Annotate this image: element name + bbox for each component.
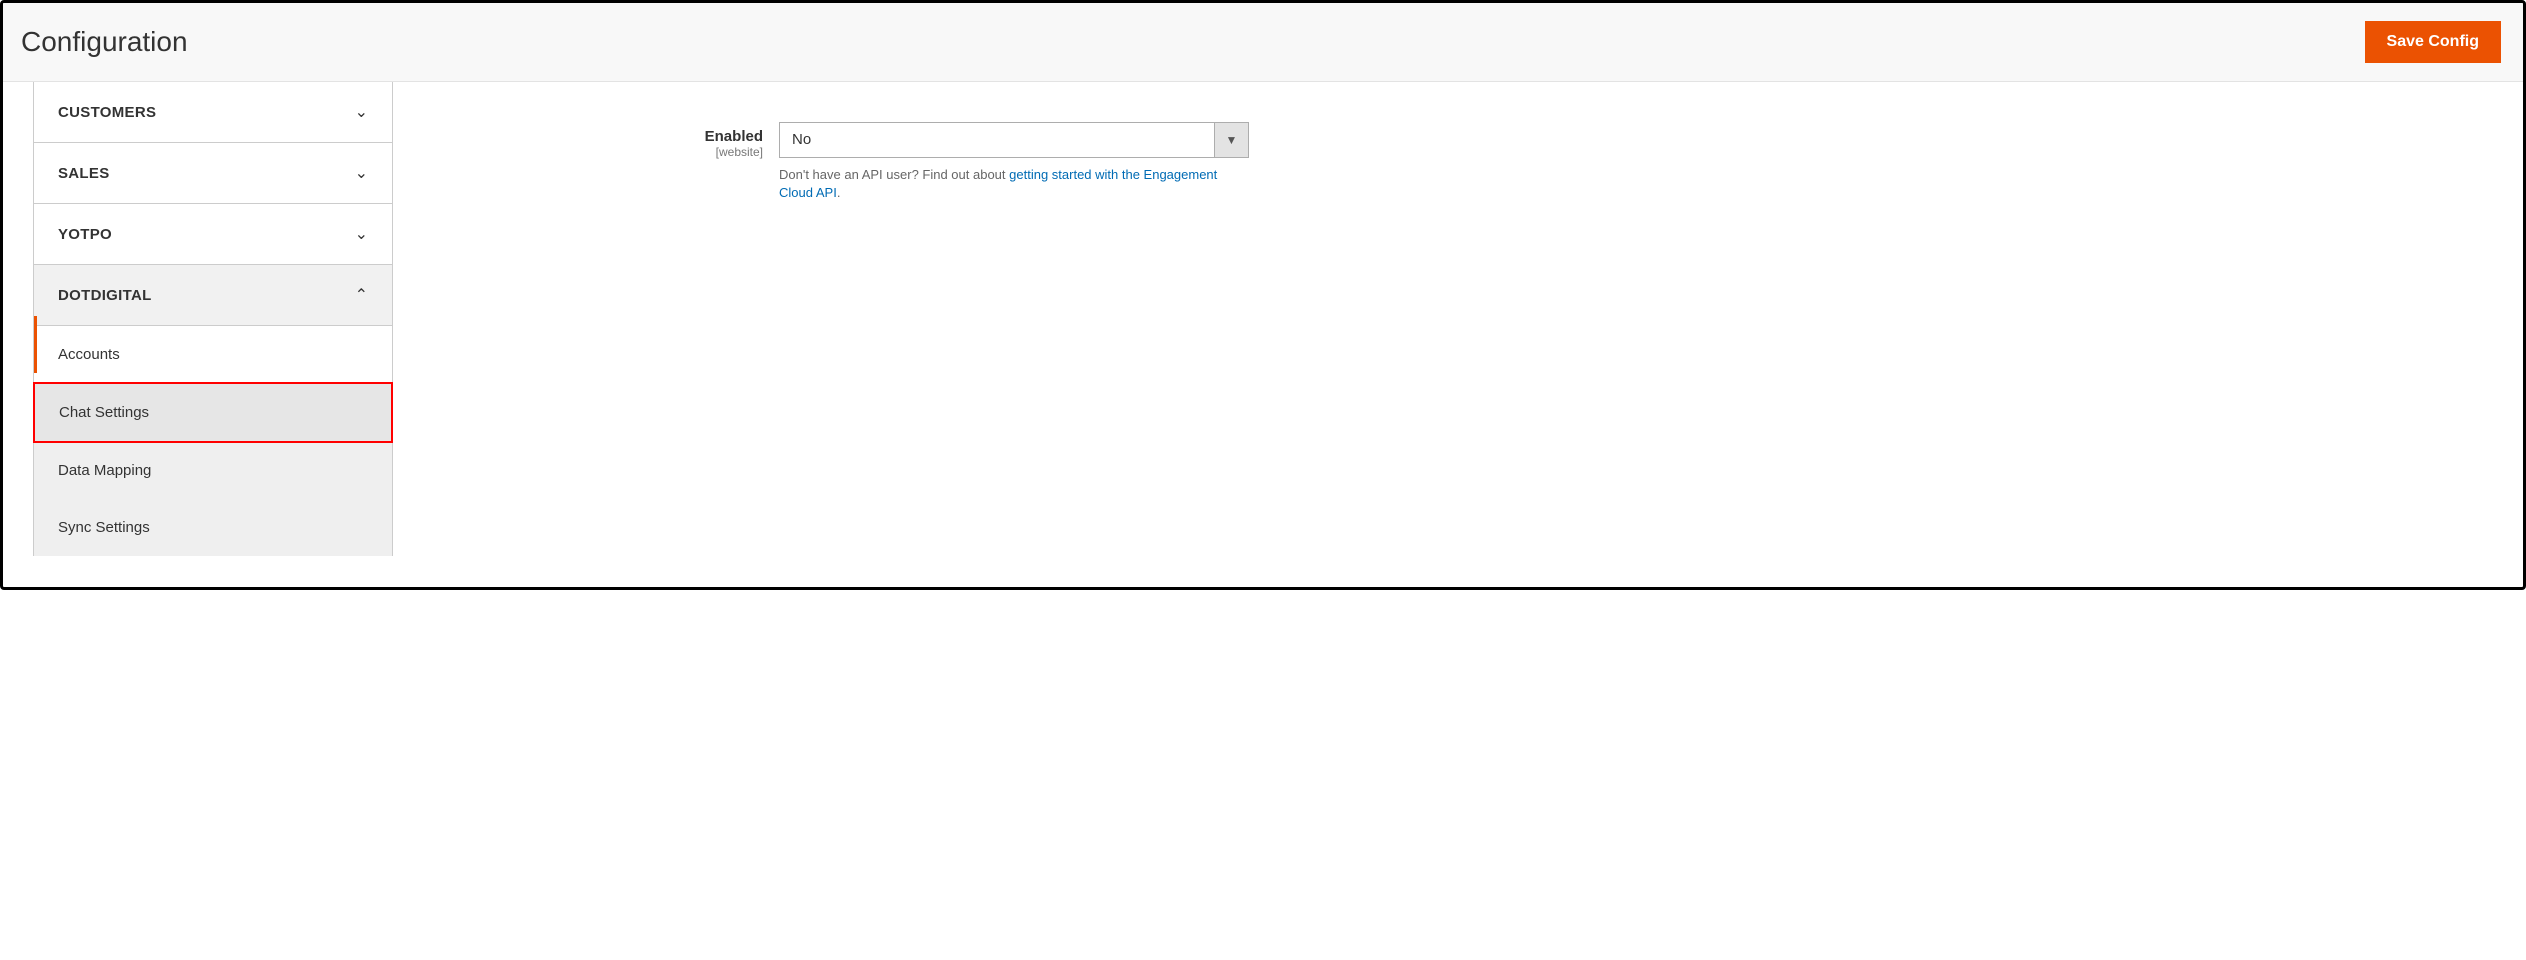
subtab-label: Chat Settings [59,404,149,421]
subtab-chat-settings[interactable]: Chat Settings [33,382,393,443]
sidebar-tab-label: SALES [58,165,110,182]
sidebar-tab-sales[interactable]: SALES ⌄ [33,143,393,204]
page-header: Configuration Save Config [3,3,2523,82]
chevron-up-icon: ⌃ [355,285,368,305]
subtab-sync-settings[interactable]: Sync Settings [34,499,392,556]
field-label-wrap: Enabled [website] [693,122,763,159]
sidebar-tab-label: DOTDIGITAL [58,287,152,304]
field-control: No ▼ Don't have an API user? Find out ab… [779,122,1249,202]
enabled-select-value: No [780,123,1214,157]
sidebar-tab-yotpo[interactable]: YOTPO ⌄ [33,204,393,265]
chevron-down-icon: ⌄ [355,224,368,244]
enabled-field-scope: [website] [693,145,763,159]
sidebar-tab-customers[interactable]: CUSTOMERS ⌄ [33,82,393,143]
enabled-help-text: Don't have an API user? Find out about g… [779,166,1249,202]
sidebar-tab-label: CUSTOMERS [58,104,156,121]
app-frame: Configuration Save Config CUSTOMERS ⌄ SA… [0,0,2526,590]
config-main: Enabled [website] No ▼ Don't have an API… [393,82,2523,586]
subtab-label: Sync Settings [58,519,150,536]
chevron-down-icon: ⌄ [355,163,368,183]
page-title: Configuration [21,26,188,58]
help-text-suffix: . [837,185,841,200]
dotdigital-subtabs: Accounts Chat Settings Data Mapping Sync… [33,326,393,556]
help-text-prefix: Don't have an API user? Find out about [779,167,1009,182]
subtab-label: Data Mapping [58,462,151,479]
save-config-button[interactable]: Save Config [2365,21,2501,63]
chevron-down-icon: ⌄ [355,102,368,122]
sidebar-tab-dotdigital[interactable]: DOTDIGITAL ⌃ [33,265,393,326]
enabled-select[interactable]: No ▼ [779,122,1249,158]
subtab-accounts[interactable]: Accounts [34,326,392,383]
enabled-field-label: Enabled [693,128,763,145]
enabled-field-row: Enabled [website] No ▼ Don't have an API… [693,122,2463,202]
config-sidebar: CUSTOMERS ⌄ SALES ⌄ YOTPO ⌄ DOTDIGITAL ⌃… [33,82,393,586]
sidebar-tab-label: YOTPO [58,226,112,243]
dropdown-arrow-icon: ▼ [1214,123,1248,157]
page-body: CUSTOMERS ⌄ SALES ⌄ YOTPO ⌄ DOTDIGITAL ⌃… [3,82,2523,586]
subtab-label: Accounts [58,346,120,363]
subtab-data-mapping[interactable]: Data Mapping [34,442,392,499]
